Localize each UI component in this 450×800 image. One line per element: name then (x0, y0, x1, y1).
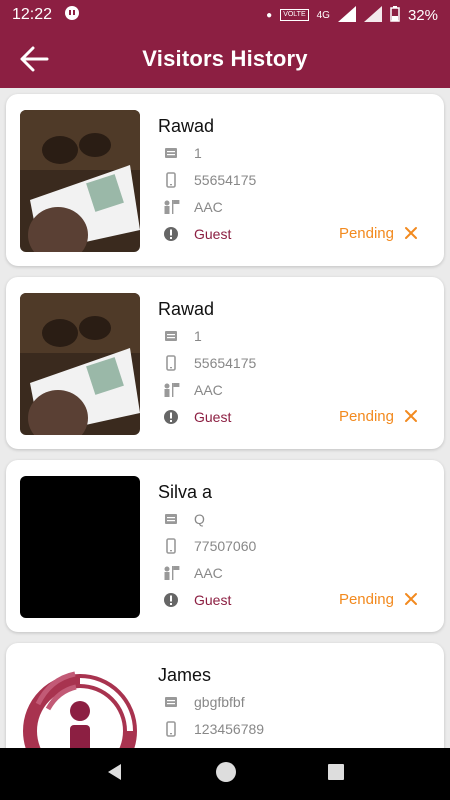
visitor-card[interactable]: Rawad 1 55654175 AAC Guest Pending (6, 277, 444, 449)
status-time: 12:22 (12, 6, 53, 23)
visitor-id: 1 (194, 145, 202, 161)
visitor-type: Guest (194, 226, 232, 242)
phone-icon (162, 354, 180, 372)
visitor-name: James (158, 665, 212, 685)
network-label: 4G (316, 9, 330, 21)
visitor-photo (20, 476, 140, 618)
nav-recents-button[interactable] (327, 763, 345, 786)
visitor-id-row: Q (162, 510, 205, 528)
battery-percent: 32% (407, 6, 438, 24)
system-nav-bar (0, 748, 450, 800)
visitor-id: 1 (194, 328, 202, 344)
visitor-phone-row: 77507060 (162, 537, 256, 555)
visitor-company: AAC (194, 565, 223, 581)
cancel-visit-button[interactable] (402, 224, 420, 242)
person-flag-icon (162, 381, 180, 399)
visitor-id: gbgfbfbf (194, 694, 245, 710)
signal-icon-2 (363, 5, 382, 25)
close-icon (405, 410, 417, 422)
info-icon (162, 408, 180, 426)
person-flag-icon (162, 198, 180, 216)
visitor-company-row: AAC (162, 564, 223, 582)
visitor-name: Rawad (158, 299, 215, 319)
visitor-photo (20, 110, 140, 252)
visitor-phone-row: 123456789 (162, 720, 264, 738)
circle-home-icon (216, 761, 236, 782)
status-bar: 12:22 ● VOLTE 4G 32% (0, 0, 450, 30)
visitor-company: AAC (194, 199, 223, 215)
visitor-phone-row: 55654175 (162, 354, 256, 372)
visitor-photo (20, 659, 140, 748)
cancel-visit-button[interactable] (402, 407, 420, 425)
volte-badge: VOLTE (280, 9, 309, 21)
id-card-icon (162, 327, 180, 345)
visitor-type-row: Guest (162, 591, 231, 609)
visitor-company-row: AAC (162, 198, 223, 216)
visitor-company-row: AAC (162, 381, 223, 399)
visitor-id: Q (194, 511, 205, 527)
id-card-icon (162, 510, 180, 528)
status-badge: Pending (338, 225, 394, 242)
visitor-type-row: Guest (162, 225, 231, 243)
visitor-card[interactable]: Silva a Q 77507060 AAC Guest Pending (6, 460, 444, 632)
visitor-phone-row: 55654175 (162, 171, 256, 189)
signal-icon (337, 5, 356, 25)
visitor-card[interactable]: James gbgfbfbf 123456789 (6, 643, 444, 748)
nav-back-button[interactable] (105, 762, 125, 787)
id-card-icon (162, 144, 180, 162)
visitors-list[interactable]: Rawad 1 55654175 AAC Guest Pending Rawad… (0, 88, 450, 748)
visitor-type: Guest (194, 592, 232, 608)
dot-icon: ● (266, 9, 273, 21)
visitor-type-row: Guest (162, 408, 231, 426)
visitor-name: Rawad (158, 116, 215, 136)
visitor-id-row: gbgfbfbf (162, 693, 245, 711)
visitor-photo (20, 293, 140, 435)
square-recents-icon (328, 763, 344, 780)
visitor-phone: 77507060 (194, 538, 257, 554)
page-title: Visitors History (142, 46, 308, 71)
visitor-id-row: 1 (162, 144, 202, 162)
id-card-icon (162, 693, 180, 711)
person-flag-icon (162, 564, 180, 582)
visitor-company: AAC (194, 382, 223, 398)
info-logo-icon (23, 671, 137, 748)
phone-icon (162, 720, 180, 738)
visitor-phone: 55654175 (194, 172, 257, 188)
cancel-visit-button[interactable] (402, 590, 420, 608)
triangle-back-icon (108, 763, 121, 780)
visitor-id-row: 1 (162, 327, 202, 345)
nav-home-button[interactable] (215, 761, 237, 788)
battery-icon (390, 5, 400, 25)
arrow-left-icon (20, 46, 49, 72)
visitor-phone: 55654175 (194, 355, 257, 371)
close-icon (405, 227, 417, 239)
info-icon (162, 225, 180, 243)
app-bar: Visitors History (0, 30, 450, 88)
status-badge: Pending (338, 591, 394, 608)
phone-icon (162, 171, 180, 189)
notification-icon (64, 5, 80, 25)
visitor-name: Silva a (158, 482, 213, 502)
visitor-card[interactable]: Rawad 1 55654175 AAC Guest Pending (6, 94, 444, 266)
back-button[interactable] (14, 39, 54, 79)
visitor-type: Guest (194, 409, 232, 425)
phone-icon (162, 537, 180, 555)
status-badge: Pending (338, 408, 394, 425)
visitor-phone: 123456789 (194, 721, 265, 737)
info-icon (162, 591, 180, 609)
close-icon (405, 593, 417, 605)
